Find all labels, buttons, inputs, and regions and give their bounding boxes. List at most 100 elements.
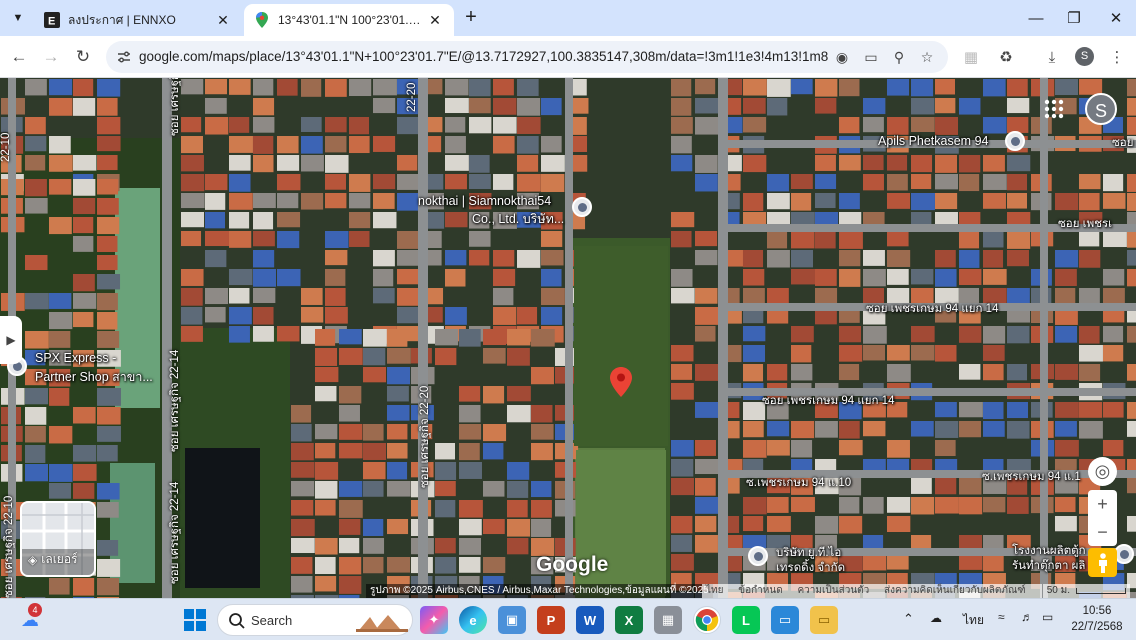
reading-mode-icon[interactable]: ▦ <box>960 46 982 68</box>
location-pin-icon[interactable]: ◉ <box>833 48 851 66</box>
photos-app-icon[interactable]: ▣ <box>498 606 526 634</box>
soi-94-10-label-b: ซ.เพชรเกษม 94 แ.1 <box>982 471 1081 483</box>
search-highlight-icon <box>356 615 408 632</box>
feedback-link[interactable]: ส่งความคิดเห็นเกี่ยวกับผลิตภัณฑ์ <box>884 585 1026 596</box>
extensions-puzzle-icon[interactable]: ♻ <box>995 46 1017 68</box>
road-22-10-label-top: 22-10 <box>0 132 12 162</box>
zoom-icon[interactable]: ⚲ <box>890 48 908 66</box>
soi-94-14-label-b: ซอย เพชรเกษม 94 แยก 14 <box>762 395 895 407</box>
uti-trading-poi-marker[interactable] <box>748 546 768 566</box>
windows-start-icon[interactable] <box>181 606 209 634</box>
soi-94-14-label-a: ซอย เพชรเกษม 94 แยก 14 <box>866 303 999 315</box>
ennxo-favicon-icon: E <box>44 12 60 28</box>
tab-strip: ▼ E ลงประกาศ | ENNXO ✕ 13°43'01.1"N 100°… <box>0 0 1136 36</box>
factory-label-line2[interactable]: รันทำตุ๊กตา ผลิ <box>1012 557 1085 575</box>
street-view-pegman-icon[interactable] <box>1088 548 1117 577</box>
input-language-label[interactable]: ไทย <box>963 611 984 630</box>
browser-toolbar: ← → ↻ google.com/maps/place/13°43'01.1"N… <box>0 36 1136 78</box>
back-arrow-icon[interactable]: ← <box>6 44 32 70</box>
edge-browser-icon[interactable]: e <box>459 606 487 634</box>
wifi-icon[interactable]: ≈ <box>998 610 1005 624</box>
privacy-link[interactable]: ความเป็นส่วนตัว <box>797 585 869 596</box>
tab-ennxo[interactable]: E ลงประกาศ | ENNXO ✕ <box>34 4 242 36</box>
excel-icon[interactable]: X <box>615 606 643 634</box>
apils-label[interactable]: Apils Phetkasem 94 <box>878 134 988 148</box>
location-pin-marker-icon[interactable] <box>610 367 632 397</box>
tab-google-maps[interactable]: 13°43'01.1"N 100°23'01.7"E - Google Maps… <box>244 4 454 36</box>
site-info-tune-icon[interactable] <box>116 49 132 65</box>
layers-label: ◈ เลเยอร์ <box>28 552 78 567</box>
apils-poi-marker[interactable] <box>1005 131 1025 151</box>
language-link[interactable]: ไทย <box>706 585 723 596</box>
chrome-browser-icon[interactable] <box>693 606 721 634</box>
windows-taskbar: ☁ 4 Search ✦ e ▣ P W X ▦ L ▭ ▭ ⌃ ☁ ไทย ≈… <box>0 598 1136 640</box>
reload-icon[interactable]: ↻ <box>70 44 96 70</box>
account-avatar[interactable]: S <box>1085 93 1117 125</box>
line-app-icon[interactable]: L <box>732 606 760 634</box>
siamnokthai-label-line2[interactable]: Co., Ltd. บริษัท... <box>472 209 564 229</box>
onedrive-cloud-icon[interactable]: ☁ <box>930 611 942 625</box>
layers-button[interactable]: ◈ เลเยอร์ <box>20 501 96 577</box>
tab-title: ลงประกาศ | ENNXO <box>68 12 176 27</box>
siamnokthai-label-line1[interactable]: nokthai | Siamnokthai54 <box>418 194 551 208</box>
word-icon[interactable]: W <box>576 606 604 634</box>
calculator-icon[interactable]: ▦ <box>654 606 682 634</box>
zoom-in-button[interactable]: + <box>1088 490 1117 518</box>
powerpoint-icon[interactable]: P <box>537 606 565 634</box>
menu-kebab-icon[interactable]: ⋮ <box>1106 46 1128 68</box>
restore-icon[interactable]: ❐ <box>1054 0 1094 36</box>
imagery-attribution: รูปภาพ ©2025 Airbus,CNES / Airbus,Maxar … <box>366 584 713 598</box>
new-tab-plus-icon[interactable]: + <box>460 6 482 28</box>
satellite-map[interactable]: S Apils Phetkasem 94 ซอย nokthai | Siamn… <box>0 78 1136 598</box>
taskbar-search-box[interactable]: Search <box>217 604 413 636</box>
tray-chevron-up-icon[interactable]: ⌃ <box>903 611 914 627</box>
terms-link[interactable]: ข้อกำหนด <box>738 585 782 596</box>
profile-avatar[interactable]: S <box>1075 47 1094 66</box>
road-22-14-label-mid: ซอย เศรษฐกิจ 22-14 <box>169 349 181 452</box>
road-22-10-label-bottom: ซอย เศรษฐกิจ 22-10 <box>3 495 15 598</box>
google-maps-favicon-icon <box>254 12 270 28</box>
google-logo: Google <box>536 553 609 576</box>
zoom-out-button[interactable]: − <box>1088 518 1117 546</box>
road-22-20-label-mid: ซอย เศรษฐกิจ 22-20 <box>419 385 431 488</box>
soi-label: ซอย <box>1112 137 1134 149</box>
system-clock[interactable]: 10:56 22/7/2568 <box>1064 603 1130 635</box>
road-22-14-label-bottom: ซอย เศรษฐกิจ 22-14 <box>169 481 181 584</box>
search-placeholder: Search <box>251 613 293 628</box>
tab-search-chevron-icon[interactable]: ▼ <box>8 8 28 28</box>
battery-icon[interactable]: ▭ <box>1042 610 1053 624</box>
google-apps-grid-icon[interactable] <box>1043 98 1065 120</box>
siamnokthai-poi-marker[interactable] <box>572 197 592 217</box>
my-location-icon[interactable]: ◎ <box>1088 457 1117 486</box>
install-app-icon[interactable]: ▭ <box>862 48 880 66</box>
forward-arrow-icon[interactable]: → <box>38 44 64 70</box>
factory-poi-marker[interactable] <box>1114 544 1134 564</box>
search-icon <box>229 613 245 629</box>
spx-label-line2[interactable]: Partner Shop สาขา... <box>35 367 153 387</box>
download-icon[interactable]: ⤓ <box>1041 46 1063 68</box>
remote-desktop-icon[interactable]: ▭ <box>771 606 799 634</box>
close-tab-icon[interactable]: ✕ <box>214 12 232 29</box>
close-window-icon[interactable]: ✕ <box>1096 0 1136 36</box>
layers-stack-icon: ◈ <box>28 552 38 567</box>
soi-phetkasem-label: ซอย เพชรเ <box>1058 218 1113 230</box>
notification-badge: 4 <box>28 603 42 617</box>
attribution-bar: รูปภาพ ©2025 Airbus,CNES / Airbus,Maxar … <box>0 584 1136 598</box>
uti-trading-label-line2[interactable]: เทรดดิ้ง จำกัด <box>776 559 845 577</box>
address-bar[interactable]: google.com/maps/place/13°43'01.1"N+100°2… <box>106 41 948 73</box>
scale-bar[interactable]: 50 ม. <box>1042 584 1130 598</box>
url-text[interactable]: google.com/maps/place/13°43'01.1"N+100°2… <box>139 49 829 64</box>
minimize-icon[interactable]: — <box>1016 0 1056 36</box>
road-22-14-label-top: ซอย เศรษฐกิจ 22-14 <box>169 78 181 136</box>
soi-94-10-label-a: ซ.เพชรเกษม 94 แ.10 <box>746 477 852 489</box>
bookmark-star-icon[interactable]: ☆ <box>918 48 936 66</box>
expand-side-panel-icon[interactable]: ▶ <box>0 316 22 364</box>
close-tab-icon[interactable]: ✕ <box>426 12 444 29</box>
volume-icon[interactable]: ♬ <box>1021 610 1033 624</box>
tab-title: 13°43'01.1"N 100°23'01.7"E - Google Maps <box>278 13 426 27</box>
file-explorer-icon[interactable]: ▭ <box>810 606 838 634</box>
road-22-20-label-top: 22-20 <box>406 82 418 112</box>
copilot-icon[interactable]: ✦ <box>420 606 448 634</box>
clock-date: 22/7/2568 <box>1071 621 1123 633</box>
spx-label-line1[interactable]: SPX Express - <box>35 351 116 365</box>
